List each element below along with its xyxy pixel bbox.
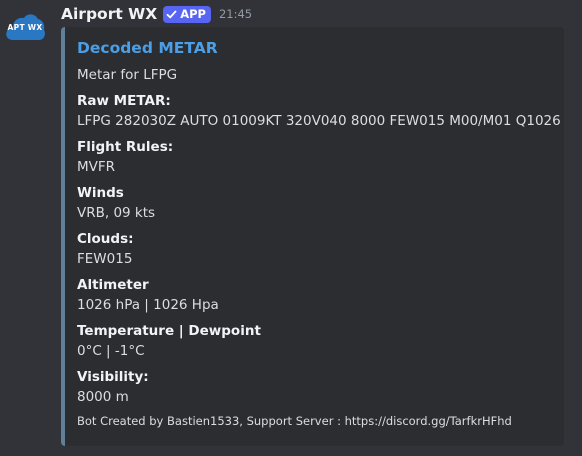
embed-field-temperature-dewpoint: Temperature | Dewpoint 0°C | -1°C xyxy=(77,322,556,361)
checkmark-icon xyxy=(166,10,177,18)
field-value: MVFR xyxy=(77,159,116,175)
field-name: Flight Rules: xyxy=(77,139,174,155)
field-value: 1026 hPa | 1026 Hpa xyxy=(77,297,219,313)
embed-field-raw-metar: Raw METAR: LFPG 282030Z AUTO 01009KT 320… xyxy=(77,92,564,131)
field-value: FEW015 xyxy=(77,251,133,267)
field-name: Winds xyxy=(77,185,124,201)
field-value: 8000 m xyxy=(77,389,129,405)
app-badge[interactable]: APP xyxy=(163,5,211,23)
field-name: Clouds: xyxy=(77,231,134,247)
bot-avatar[interactable]: APT WX xyxy=(4,7,46,47)
username[interactable]: Airport WX xyxy=(61,5,157,23)
field-name: Temperature | Dewpoint xyxy=(77,323,261,339)
embed-field-altimeter: Altimeter 1026 hPa | 1026 Hpa xyxy=(77,276,556,315)
embed-title[interactable]: Decoded METAR xyxy=(77,38,556,58)
embed-card: Decoded METAR Metar for LFPG Raw METAR: … xyxy=(61,27,564,446)
avatar-label: APT WX xyxy=(7,23,43,32)
embed-description: Metar for LFPG xyxy=(77,67,178,83)
message-header: Airport WX APP 21:45 xyxy=(61,2,252,26)
embed-field-flight-rules: Flight Rules: MVFR xyxy=(77,138,556,177)
field-value: 0°C | -1°C xyxy=(77,343,145,359)
field-value: VRB, 09 kts xyxy=(77,205,156,221)
timestamp[interactable]: 21:45 xyxy=(219,7,252,21)
field-name: Visibility: xyxy=(77,369,149,385)
embed-field-clouds: Clouds: FEW015 xyxy=(77,230,556,269)
field-name: Raw METAR: xyxy=(77,93,171,109)
embed-body: Decoded METAR Metar for LFPG Raw METAR: … xyxy=(77,38,564,414)
embed-footer: Bot Created by Bastien1533, Support Serv… xyxy=(77,414,512,428)
field-name: Altimeter xyxy=(77,277,149,293)
field-value: LFPG 282030Z AUTO 01009KT 320V040 8000 F… xyxy=(77,113,564,129)
embed-accent-bar xyxy=(61,27,65,446)
embed-field-winds: Winds VRB, 09 kts xyxy=(77,184,556,223)
embed-field-visibility: Visibility: 8000 m xyxy=(77,368,556,407)
app-badge-label: APP xyxy=(180,7,206,21)
chat-message: APT WX Airport WX APP 21:45 Decoded META… xyxy=(0,0,582,456)
